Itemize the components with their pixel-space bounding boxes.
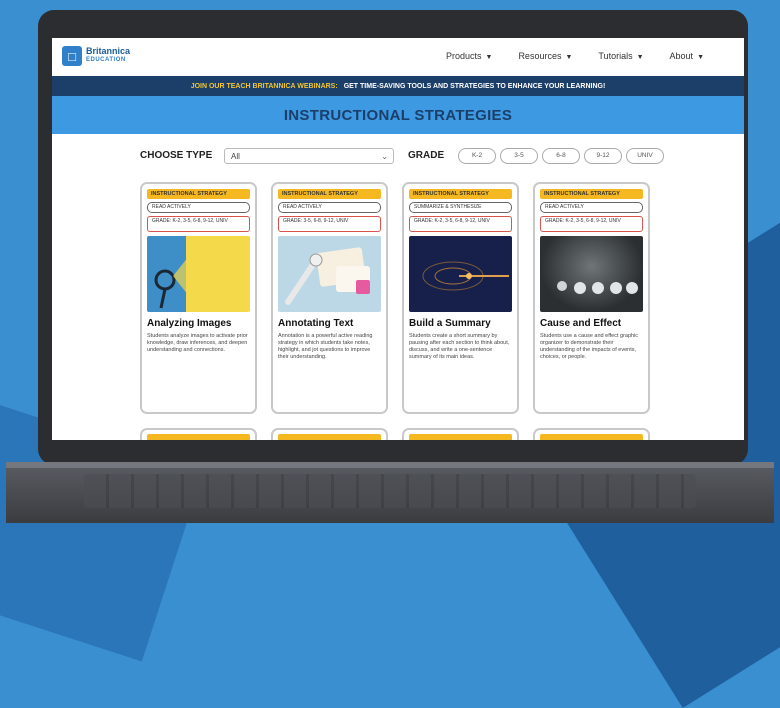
strategy-card-partial[interactable] [140, 428, 257, 440]
card-description: Students use a cause and effect graphic … [540, 333, 639, 360]
grade-label: GRADE [408, 150, 445, 161]
chevron-down-icon: ▼ [697, 54, 704, 61]
card-description: Students create a short summary by pausi… [409, 333, 510, 360]
filter-bar: CHOOSE TYPE All ⌄ GRADE K-2 3-5 6-8 9-12… [140, 148, 664, 166]
nav-about[interactable]: About ▼ [670, 51, 704, 61]
webinar-banner[interactable]: JOIN OUR TEACH BRITANNICA WEBINARS: GET … [52, 76, 744, 96]
grade-options: K-2 3-5 6-8 9-12 UNIV [458, 148, 664, 164]
page-title: INSTRUCTIONAL STRATEGIES [283, 106, 513, 124]
category-tag-partial [409, 434, 512, 440]
choose-type-label: CHOOSE TYPE [140, 150, 213, 161]
strategy-card[interactable]: INSTRUCTIONAL STRATEGY READ ACTIVELY GRA… [140, 182, 257, 414]
banner-highlight: JOIN OUR TEACH BRITANNICA WEBINARS: [190, 82, 338, 90]
magnifier-illustration [154, 256, 189, 309]
site-header: □ Britannica EDUCATION Products ▼ Resourc… [52, 38, 744, 76]
category-tag-partial [540, 434, 643, 440]
strategy-card[interactable]: INSTRUCTIONAL STRATEGY READ ACTIVELY GRA… [271, 182, 388, 414]
grade-tag: GRADE: K-2, 3-5, 6-8, 9-12, UNIV [540, 216, 643, 232]
card-image [409, 236, 512, 312]
brand-logo[interactable]: □ Britannica EDUCATION [62, 46, 130, 66]
main-nav: Products ▼ Resources ▼ Tutorials ▼ About ▼ [446, 51, 704, 61]
category-tag: INSTRUCTIONAL STRATEGY [147, 189, 250, 199]
britannica-logo-icon: □ [62, 46, 82, 66]
card-description: Students analyze images to activate prio… [147, 333, 248, 353]
grade-option-k2[interactable]: K-2 [458, 148, 496, 164]
nav-about-label: About [669, 51, 694, 61]
nav-resources-label: Resources [518, 51, 562, 61]
activity-tag: READ ACTIVELY [540, 202, 643, 213]
card-title: Cause and Effect [540, 318, 622, 329]
grade-tag: GRADE: K-2, 3-5, 6-8, 9-12, UNIV [409, 216, 512, 232]
grade-tag: GRADE: K-2, 3-5, 6-8, 9-12, UNIV [147, 216, 250, 232]
category-tag: INSTRUCTIONAL STRATEGY [278, 189, 381, 199]
chevron-down-icon: ▼ [636, 54, 644, 61]
category-tag: INSTRUCTIONAL STRATEGY [540, 189, 643, 199]
card-image [147, 236, 250, 312]
card-title: Annotating Text [278, 318, 354, 329]
grade-option-6-8[interactable]: 6-8 [542, 148, 580, 164]
nav-resources[interactable]: Resources ▼ [518, 51, 572, 61]
next-card-row [140, 428, 660, 440]
grade-option-3-5[interactable]: 3-5 [500, 148, 538, 164]
card-image [540, 236, 643, 312]
category-tag: INSTRUCTIONAL STRATEGY [409, 189, 512, 199]
brand-subtitle: EDUCATION [86, 57, 126, 63]
card-title: Build a Summary [409, 318, 491, 329]
nav-products-label: Products [445, 51, 482, 61]
sticky-notes-illustration [285, 247, 370, 305]
laptop-base-edge [6, 462, 774, 468]
strategy-card-grid: INSTRUCTIONAL STRATEGY READ ACTIVELY GRA… [140, 182, 660, 414]
strategy-card-partial[interactable] [271, 428, 388, 440]
chevron-down-icon: ▼ [565, 54, 573, 61]
activity-tag: READ ACTIVELY [147, 202, 250, 213]
activity-tag: READ ACTIVELY [278, 202, 381, 213]
nav-tutorials-label: Tutorials [598, 51, 633, 61]
grade-tag: GRADE: 3-5, 6-8, 9-12, UNIV [278, 216, 381, 232]
activity-tag: SUMMARIZE & SYNTHESIZE [409, 202, 512, 213]
grade-option-9-12[interactable]: 9-12 [584, 148, 622, 164]
laptop-keyboard [84, 474, 696, 508]
nav-tutorials[interactable]: Tutorials ▼ [598, 51, 643, 61]
chevron-down-icon: ⌄ [381, 152, 388, 161]
strategy-card[interactable]: INSTRUCTIONAL STRATEGY READ ACTIVELY GRA… [533, 182, 650, 414]
light-burst-illustration [422, 261, 509, 291]
strategy-card[interactable]: INSTRUCTIONAL STRATEGY SUMMARIZE & SYNTH… [402, 182, 519, 414]
type-select-value: All [231, 152, 240, 161]
banner-text: GET TIME-SAVING TOOLS AND STRATEGIES TO … [343, 82, 606, 90]
laptop-screen: □ Britannica EDUCATION Products ▼ Resourc… [52, 38, 744, 440]
nav-products[interactable]: Products ▼ [446, 51, 492, 61]
card-image [278, 236, 381, 312]
category-tag-partial [278, 434, 381, 440]
card-title: Analyzing Images [147, 318, 232, 329]
brand-name: Britannica [86, 46, 131, 56]
strategy-card-partial[interactable] [402, 428, 519, 440]
card-description: Annotation is a powerful active reading … [278, 333, 373, 360]
page-title-band: INSTRUCTIONAL STRATEGIES [52, 96, 744, 134]
type-select[interactable]: All ⌄ [224, 148, 394, 164]
strategy-card-partial[interactable] [533, 428, 650, 440]
spheres-illustration [557, 281, 638, 294]
chevron-down-icon: ▼ [485, 54, 493, 61]
grade-option-univ[interactable]: UNIV [626, 148, 664, 164]
category-tag-partial [147, 434, 250, 440]
